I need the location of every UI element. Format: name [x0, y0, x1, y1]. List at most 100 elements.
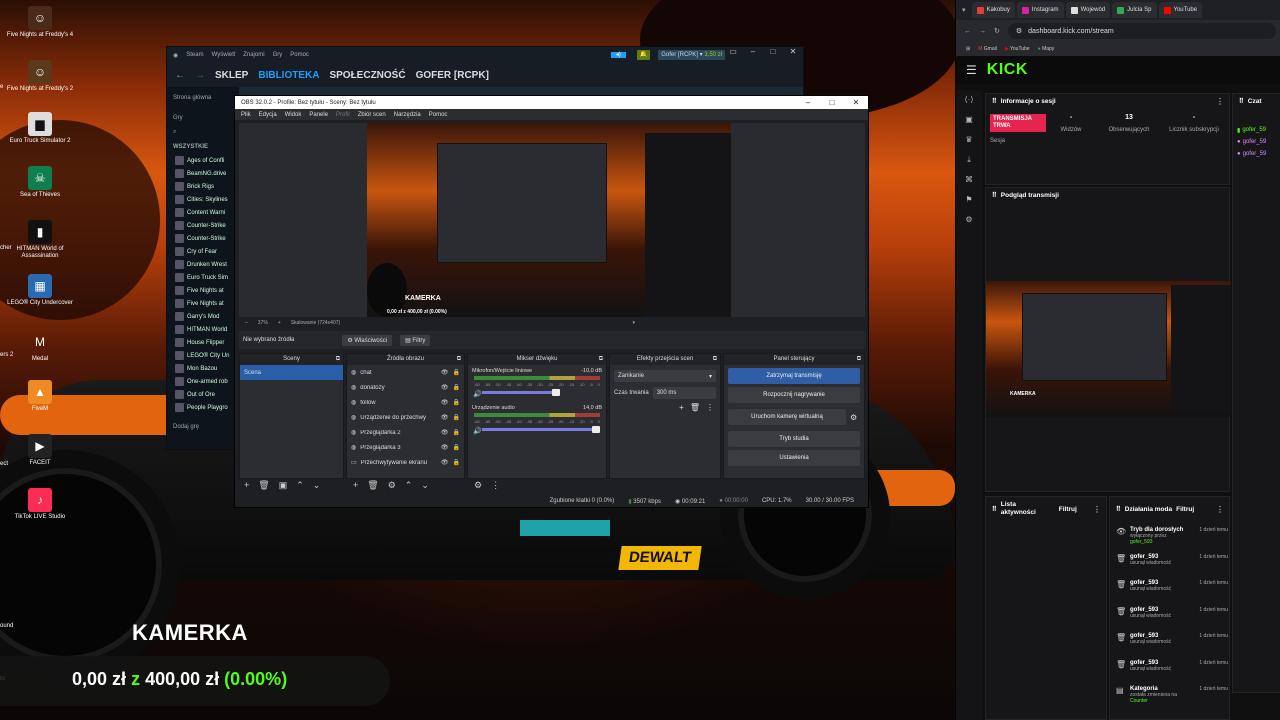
- steam-menu-item[interactable]: Steam: [186, 52, 203, 58]
- obs-menu-item[interactable]: Plik: [241, 112, 251, 118]
- gear-icon[interactable]: ⚙: [474, 480, 482, 491]
- eye-icon[interactable]: 👁: [441, 444, 449, 451]
- stop-streaming-button[interactable]: Zatrzymaj transmisję: [728, 368, 860, 384]
- arrow-up-icon[interactable]: ⌃: [405, 480, 413, 491]
- game-list-item[interactable]: Ages of Confli: [167, 154, 239, 167]
- game-list-item[interactable]: HITMAN World: [167, 323, 239, 336]
- dock-float-icon[interactable]: ⧉: [599, 354, 603, 365]
- bookmark-youtube[interactable]: ▶ YouTube: [1005, 46, 1030, 52]
- game-list-item[interactable]: Cities: Skylines: [167, 193, 239, 206]
- broadcast-icon[interactable]: ◂): [608, 50, 629, 60]
- speaker-icon[interactable]: 🔊: [473, 390, 482, 398]
- steam-menu-item[interactable]: Wyświetl: [212, 52, 236, 58]
- lock-icon[interactable]: 🔒: [453, 369, 464, 376]
- arrow-up-icon[interactable]: ⌃: [296, 480, 304, 491]
- eye-icon[interactable]: 👁: [441, 459, 449, 466]
- drag-handle-icon[interactable]: ⠿: [992, 191, 997, 199]
- more-icon[interactable]: ⋮: [706, 403, 714, 412]
- game-list-item[interactable]: Mon Bazou: [167, 362, 239, 375]
- scene-item[interactable]: Scena: [240, 365, 343, 380]
- gear-icon[interactable]: ⚙: [850, 413, 864, 422]
- mod-action-user[interactable]: gofer_593: [1130, 539, 1153, 545]
- maximize-icon[interactable]: □: [763, 47, 783, 63]
- slider-handle[interactable]: [592, 426, 600, 433]
- volume-slider[interactable]: [482, 389, 560, 396]
- obs-menu-item[interactable]: Zbiór scen: [358, 112, 386, 118]
- more-icon[interactable]: ⋮: [1216, 97, 1224, 106]
- dock-float-icon[interactable]: ⧉: [857, 354, 861, 365]
- steam-user-menu[interactable]: Gofer [RCPK] ▾ 3,50 zł: [658, 50, 725, 60]
- transition-select[interactable]: Zanikanie ▾: [614, 370, 716, 382]
- forward-arrow-icon[interactable]: →: [979, 28, 986, 35]
- obs-menu-item[interactable]: Pomoc: [429, 112, 448, 118]
- add-game-button[interactable]: Dodaj grę: [167, 420, 239, 434]
- maximize-icon[interactable]: □: [820, 96, 844, 109]
- game-list-item[interactable]: Counter-Strike: [167, 232, 239, 245]
- obs-menu-item[interactable]: Widok: [285, 112, 302, 118]
- stream-preview-video[interactable]: KAMERKA: [986, 281, 1231, 417]
- browser-tab[interactable]: Wojewód: [1065, 2, 1111, 18]
- lock-icon[interactable]: 🔒: [453, 414, 464, 421]
- desktop-icon[interactable]: ☺ Five Nights at Freddy's 4: [2, 6, 78, 39]
- game-list-item[interactable]: Cry of Fear: [167, 245, 239, 258]
- lock-icon[interactable]: 🔒: [453, 384, 464, 391]
- studio-mode-button[interactable]: Tryb studia: [728, 431, 860, 447]
- chat-username[interactable]: gofer_59: [1243, 139, 1267, 145]
- lock-icon[interactable]: 🔒: [453, 429, 464, 436]
- reload-icon[interactable]: ↻: [994, 27, 1000, 35]
- desktop-icon[interactable]: ▶ FACEIT: [2, 434, 78, 467]
- desktop-icon[interactable]: ▆ Euro Truck Simulator 2: [2, 112, 78, 145]
- arrow-down-icon[interactable]: ⌄: [421, 480, 429, 491]
- source-item[interactable]: ◍ chat 👁 🔒: [347, 365, 464, 380]
- drag-handle-icon[interactable]: ⠿: [992, 97, 997, 105]
- settings-button[interactable]: Ustawienia: [728, 450, 860, 466]
- more-icon[interactable]: ⋮: [491, 480, 500, 491]
- browser-tab[interactable]: Instagram: [1016, 2, 1064, 18]
- kick-logo[interactable]: KICK: [987, 61, 1028, 79]
- drag-handle-icon[interactable]: ⠿: [1239, 97, 1244, 105]
- source-item[interactable]: ▭ Przechwytywanie ekranu 👁 🔒: [347, 455, 464, 470]
- steam-menu-item[interactable]: Gry: [273, 52, 283, 58]
- nav-store[interactable]: SKLEP: [215, 70, 248, 81]
- drag-handle-icon[interactable]: ⠿: [1116, 505, 1121, 513]
- game-list-item[interactable]: Garry's Mod: [167, 310, 239, 323]
- game-list-item[interactable]: Five Nights at: [167, 284, 239, 297]
- desktop-icon[interactable]: ▮ HITMAN World of Assassination: [2, 220, 78, 260]
- moderation-icon[interactable]: ⌘: [956, 170, 982, 190]
- zoom-minus-icon[interactable]: –: [245, 320, 248, 326]
- library-games-filter[interactable]: Gry: [167, 111, 239, 125]
- stream-icon[interactable]: ⟨·⟩: [956, 90, 982, 110]
- speaker-icon[interactable]: 🔊: [473, 427, 482, 435]
- eye-icon[interactable]: 👁: [441, 399, 449, 406]
- game-list-item[interactable]: Five Nights at: [167, 297, 239, 310]
- obs-menu-item[interactable]: Profil: [336, 112, 350, 118]
- close-icon[interactable]: ✕: [783, 47, 803, 63]
- dashboard-icon[interactable]: ▣: [956, 110, 982, 130]
- back-arrow-icon[interactable]: ←: [175, 70, 185, 81]
- screen-icon[interactable]: ▭: [723, 47, 743, 63]
- download-icon[interactable]: ⤓: [956, 150, 982, 170]
- source-item[interactable]: ◍ donatozy 👁 🔒: [347, 380, 464, 395]
- nav-library[interactable]: BIBLIOTEKA: [258, 70, 319, 81]
- url-field[interactable]: ⚙ dashboard.kick.com/stream: [1007, 23, 1276, 39]
- dock-float-icon[interactable]: ⧉: [336, 354, 340, 365]
- community-icon[interactable]: ⚑: [956, 190, 982, 210]
- mod-actions-filter-button[interactable]: Filtruj: [1176, 506, 1194, 513]
- lock-icon[interactable]: 🔒: [453, 444, 464, 451]
- game-list-item[interactable]: Brick Rigs: [167, 180, 239, 193]
- slider-handle[interactable]: [552, 389, 560, 396]
- source-item[interactable]: ◍ Urządzenie do przechwy 👁 🔒: [347, 410, 464, 425]
- lock-icon[interactable]: 🔒: [453, 459, 464, 466]
- eye-icon[interactable]: 👁: [441, 414, 449, 421]
- source-item[interactable]: ◍ Przeglądarka 3 👁 🔒: [347, 440, 464, 455]
- game-list-item[interactable]: Content Warni: [167, 206, 239, 219]
- obs-menu-item[interactable]: Panele: [309, 112, 328, 118]
- arrow-down-icon[interactable]: ⌄: [313, 480, 321, 491]
- nav-community[interactable]: SPOŁECZNOŚĆ: [329, 70, 405, 81]
- desktop-icon[interactable]: ☺ Five Nights at Freddy's 2: [2, 60, 78, 93]
- chat-username[interactable]: gofer_59: [1242, 127, 1266, 133]
- game-list-item[interactable]: One-armed rob: [167, 375, 239, 388]
- lock-icon[interactable]: 🔒: [453, 399, 464, 406]
- zoom-plus-icon[interactable]: +: [278, 320, 281, 326]
- apps-icon[interactable]: ⊞: [966, 46, 970, 52]
